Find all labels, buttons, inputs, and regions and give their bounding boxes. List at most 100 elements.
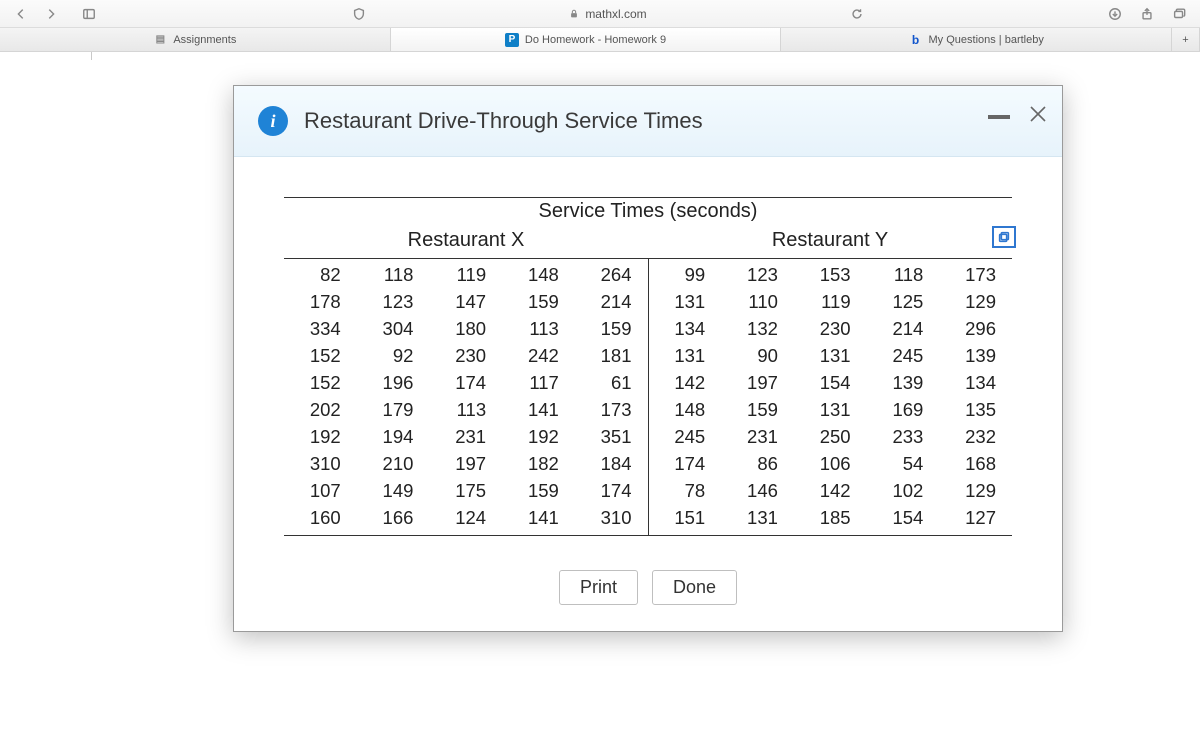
data-cell: 123	[725, 261, 790, 288]
tab-bartleby[interactable]: b My Questions | bartleby	[781, 28, 1172, 51]
data-cell: 135	[943, 396, 1008, 423]
data-cell: 134	[653, 315, 718, 342]
data-cell: 214	[871, 315, 936, 342]
data-cell: 147	[433, 288, 498, 315]
data-modal: i Restaurant Drive-Through Service Times…	[233, 85, 1063, 632]
data-cell: 197	[433, 450, 498, 477]
data-cell: 61	[579, 369, 644, 396]
data-cell: 210	[361, 450, 426, 477]
data-cell: 123	[361, 288, 426, 315]
data-column: 11812330492196179194210149166	[357, 259, 430, 535]
data-column: 11812521424513916923354102154	[867, 259, 940, 535]
data-cell: 192	[288, 423, 353, 450]
data-cell: 230	[798, 315, 863, 342]
data-cell: 230	[433, 342, 498, 369]
data-cell: 106	[798, 450, 863, 477]
data-cell: 139	[871, 369, 936, 396]
data-cell: 159	[506, 477, 571, 504]
modal-footer: Print Done	[234, 546, 1062, 631]
data-cell: 174	[579, 477, 644, 504]
data-cell: 142	[798, 477, 863, 504]
data-cell: 119	[798, 288, 863, 315]
data-cell: 131	[798, 342, 863, 369]
book-icon: ▤	[153, 33, 167, 47]
data-cell: 232	[943, 423, 1008, 450]
data-cell: 194	[361, 423, 426, 450]
data-cell: 129	[943, 477, 1008, 504]
header-x: Restaurant X	[284, 227, 648, 258]
data-cell: 175	[433, 477, 498, 504]
data-cell: 250	[798, 423, 863, 450]
data-cell: 139	[943, 342, 1008, 369]
data-cell: 304	[361, 315, 426, 342]
data-cell: 182	[506, 450, 571, 477]
data-cell: 197	[725, 369, 790, 396]
url-host: mathxl.com	[585, 7, 646, 21]
data-cell: 149	[361, 477, 426, 504]
data-cell: 245	[871, 342, 936, 369]
tab-label: My Questions | bartleby	[929, 34, 1044, 46]
reload-button[interactable]	[844, 3, 870, 25]
data-cell: 296	[943, 315, 1008, 342]
data-cell: 131	[653, 342, 718, 369]
forward-button[interactable]	[38, 3, 64, 25]
tab-label: Do Homework - Homework 9	[525, 34, 666, 46]
data-cell: 153	[798, 261, 863, 288]
data-cell: 180	[433, 315, 498, 342]
page-content: i Restaurant Drive-Through Service Times…	[0, 52, 1200, 750]
data-cell: 131	[653, 288, 718, 315]
tabs-overview-button[interactable]	[1166, 3, 1192, 25]
data-cell: 159	[506, 288, 571, 315]
data-column: 153119230131154131250106142185	[794, 259, 867, 535]
header-y: Restaurant Y	[648, 227, 1012, 258]
data-cell: 184	[579, 450, 644, 477]
data-cell: 102	[871, 477, 936, 504]
data-column: 9913113413114214824517478151	[649, 259, 722, 535]
bartleby-icon: b	[909, 33, 923, 47]
background-fragment	[91, 52, 92, 60]
data-cell: 110	[725, 288, 790, 315]
info-icon: i	[258, 106, 288, 136]
data-cell: 202	[288, 396, 353, 423]
data-cell: 131	[798, 396, 863, 423]
address-bar[interactable]: mathxl.com	[374, 7, 842, 21]
data-cell: 92	[361, 342, 426, 369]
sidebar-toggle[interactable]	[76, 3, 102, 25]
data-cell: 124	[433, 504, 498, 531]
data-cell: 334	[288, 315, 353, 342]
done-button[interactable]: Done	[652, 570, 737, 605]
data-cell: 169	[871, 396, 936, 423]
copy-data-button[interactable]	[992, 226, 1016, 248]
shield-icon[interactable]	[346, 3, 372, 25]
data-cell: 178	[288, 288, 353, 315]
data-cell: 127	[943, 504, 1008, 531]
data-column: 82178334152152202192310107160	[284, 259, 357, 535]
data-cell: 82	[288, 261, 353, 288]
close-button[interactable]	[1028, 104, 1048, 130]
tab-label: Assignments	[173, 34, 236, 46]
data-cell: 185	[798, 504, 863, 531]
data-cell: 233	[871, 423, 936, 450]
data-cell: 118	[871, 261, 936, 288]
data-cell: 132	[725, 315, 790, 342]
new-tab-button[interactable]: +	[1172, 28, 1200, 51]
downloads-button[interactable]	[1102, 3, 1128, 25]
pearson-icon: P	[505, 33, 519, 47]
back-button[interactable]	[8, 3, 34, 25]
data-cell: 173	[943, 261, 1008, 288]
tab-homework[interactable]: P Do Homework - Homework 9	[391, 28, 782, 51]
data-cell: 107	[288, 477, 353, 504]
data-cell: 192	[506, 423, 571, 450]
print-button[interactable]: Print	[559, 570, 638, 605]
tab-assignments[interactable]: ▤ Assignments	[0, 28, 391, 51]
data-cell: 154	[871, 504, 936, 531]
data-cell: 125	[871, 288, 936, 315]
data-cell: 159	[579, 315, 644, 342]
minimize-button[interactable]	[988, 115, 1010, 119]
share-button[interactable]	[1134, 3, 1160, 25]
data-table: Service Times (seconds) Restaurant X Res…	[284, 197, 1012, 536]
data-cell: 152	[288, 342, 353, 369]
data-cell: 179	[361, 396, 426, 423]
data-cell: 78	[653, 477, 718, 504]
data-cell: 151	[653, 504, 718, 531]
